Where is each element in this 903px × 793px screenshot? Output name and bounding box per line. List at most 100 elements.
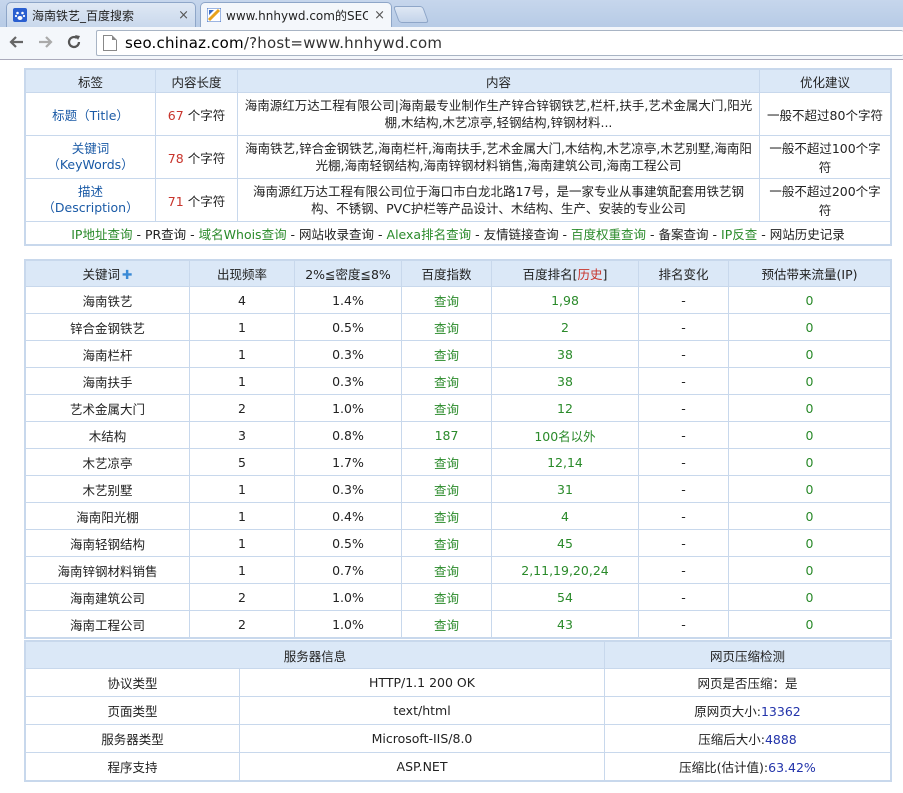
server-value: HTTP/1.1 200 OK <box>239 668 605 697</box>
table-row: 海南轻钢结构 1 0.5% 查询 45-0 <box>25 529 891 557</box>
compression-cell: 原网页大小:13362 <box>604 696 891 725</box>
address-bar[interactable]: seo.chinaz.com/?host=www.hnhywd.com <box>96 30 903 56</box>
baidu-paw-icon <box>13 8 27 22</box>
frequency-cell: 2 <box>189 394 295 422</box>
baidu-rank-cell: 2,11,19,20,24 <box>491 556 639 584</box>
baidu-index-link[interactable]: 查询 <box>401 502 492 530</box>
length-value: 71 <box>167 193 184 209</box>
baidu-index-link[interactable]: 187 <box>401 421 492 449</box>
header-tag: 标签 <box>25 69 156 93</box>
tab-baidu-search[interactable]: 海南铁艺_百度搜索 × <box>6 2 196 27</box>
baidu-rank-cell: 31 <box>491 475 639 503</box>
reload-icon[interactable] <box>63 31 85 53</box>
frequency-cell: 1 <box>189 475 295 503</box>
table-row: 木艺凉亭 5 1.7% 查询 12,14-0 <box>25 448 891 476</box>
server-value: ASP.NET <box>239 752 605 781</box>
compression-cell: 网页是否压缩：是 <box>604 668 891 697</box>
header-length: 内容长度 <box>155 69 238 93</box>
page-icon <box>103 35 117 51</box>
baidu-index-link[interactable]: 查询 <box>401 529 492 557</box>
table-row: 海南建筑公司 2 1.0% 查询 54-0 <box>25 583 891 611</box>
link-separator: - <box>558 226 572 242</box>
compression-label: 压缩比(估计值): <box>679 760 769 775</box>
compression-value: 13362 <box>760 704 801 719</box>
length-value: 67 <box>167 107 184 123</box>
frequency-cell: 1 <box>189 502 295 530</box>
density-cell: 1.0% <box>294 394 402 422</box>
table-row: 海南阳光棚 1 0.4% 查询 4-0 <box>25 502 891 530</box>
meta-content: 海南铁艺,锌合金钢铁艺,海南栏杆,海南扶手,艺术金属大门,木结构,木艺凉亭,木艺… <box>237 135 760 179</box>
rank-history-link[interactable]: 历史 <box>577 267 602 282</box>
link-baidu-weight-query[interactable]: 百度权重查询 <box>571 227 646 242</box>
baidu-index-link[interactable]: 查询 <box>401 448 492 476</box>
rank-change-cell: - <box>638 475 729 503</box>
baidu-rank-cell: 12 <box>491 394 639 422</box>
baidu-index-link[interactable]: 查询 <box>401 367 492 395</box>
frequency-cell: 4 <box>189 286 295 314</box>
link-pr-query[interactable]: PR查询 <box>145 227 186 242</box>
meta-length: 67 个字符 <box>155 92 238 136</box>
server-label: 程序支持 <box>25 752 240 781</box>
server-row: 页面类型 text/html 原网页大小:13362 <box>25 696 891 725</box>
density-cell: 0.3% <box>294 367 402 395</box>
baidu-index-link[interactable]: 查询 <box>401 394 492 422</box>
header-compression: 网页压缩检测 <box>604 641 891 669</box>
density-cell: 0.3% <box>294 340 402 368</box>
rank-change-cell: - <box>638 502 729 530</box>
tab-chinaz-seo[interactable]: www.hnhywd.com的SEO × <box>200 2 392 27</box>
length-unit: 个字符 <box>187 107 226 123</box>
baidu-index-link[interactable]: 查询 <box>401 556 492 584</box>
close-tab-icon[interactable]: × <box>178 8 189 23</box>
header-baidu-rank: 百度排名[历史] <box>491 260 639 287</box>
server-info-panel: 服务器信息 网页压缩检测 协议类型 HTTP/1.1 200 OK 网页是否压缩… <box>24 640 892 782</box>
forward-arrow-icon[interactable] <box>34 31 56 53</box>
back-arrow-icon[interactable] <box>6 31 28 53</box>
rank-change-cell: - <box>638 610 729 638</box>
link-index-query[interactable]: 网站收录查询 <box>299 227 374 242</box>
table-row: 海南栏杆 1 0.3% 查询 38-0 <box>25 340 891 368</box>
length-value: 78 <box>167 150 184 166</box>
density-cell: 0.5% <box>294 529 402 557</box>
link-whois-query[interactable]: 域名Whois查询 <box>199 227 287 242</box>
traffic-cell: 0 <box>728 610 891 638</box>
link-separator: - <box>471 226 484 242</box>
url-text[interactable]: seo.chinaz.com/?host=www.hnhywd.com <box>125 34 442 52</box>
link-history[interactable]: 网站历史记录 <box>770 227 845 242</box>
baidu-rank-cell: 54 <box>491 583 639 611</box>
baidu-rank-cell: 38 <box>491 340 639 368</box>
baidu-index-link[interactable]: 查询 <box>401 475 492 503</box>
link-friendlink-query[interactable]: 友情链接查询 <box>484 227 559 242</box>
meta-tag-keywords: 关键词 （KeyWords） <box>25 135 156 179</box>
baidu-rank-cell: 4 <box>491 502 639 530</box>
keyword-cell: 艺术金属大门 <box>25 394 190 422</box>
rank-change-cell: - <box>638 286 729 314</box>
add-keyword-icon[interactable]: ✚ <box>122 267 132 282</box>
baidu-index-link[interactable]: 查询 <box>401 340 492 368</box>
baidu-index-link[interactable]: 查询 <box>401 313 492 341</box>
baidu-index-link[interactable]: 查询 <box>401 610 492 638</box>
rank-change-cell: - <box>638 394 729 422</box>
meta-advice: 一般不超过200个字符 <box>759 178 891 222</box>
baidu-index-link[interactable]: 查询 <box>401 583 492 611</box>
meta-advice: 一般不超过100个字符 <box>759 135 891 179</box>
link-ip-reverse[interactable]: IP反查 <box>721 227 757 242</box>
header-keyword: 关键词 ✚ <box>25 260 190 287</box>
length-unit: 个字符 <box>187 150 226 166</box>
link-alexa-query[interactable]: Alexa排名查询 <box>387 227 472 242</box>
header-advice: 优化建议 <box>759 69 891 93</box>
traffic-cell: 0 <box>728 583 891 611</box>
keyword-rows: 海南铁艺 4 1.4% 查询 1,98-0 锌合金钢铁艺 1 0.5% 查询 2-0 海南栏杆 1 0.… <box>25 286 891 638</box>
keyword-cell: 木结构 <box>25 421 190 449</box>
traffic-cell: 0 <box>728 394 891 422</box>
meta-length: 78 个字符 <box>155 135 238 179</box>
frequency-cell: 1 <box>189 340 295 368</box>
density-cell: 0.3% <box>294 475 402 503</box>
link-icp-query[interactable]: 备案查询 <box>659 227 709 242</box>
header-frequency: 出现频率 <box>189 260 295 287</box>
page-content: 标签 内容长度 内容 优化建议 标题（Title） 67 个字符 海南源红万达工… <box>0 60 903 793</box>
new-tab-button[interactable] <box>392 6 430 23</box>
close-tab-icon[interactable]: × <box>374 8 385 23</box>
baidu-index-link[interactable]: 查询 <box>401 286 492 314</box>
frequency-cell: 1 <box>189 529 295 557</box>
link-ip-query[interactable]: IP地址查询 <box>71 227 132 242</box>
